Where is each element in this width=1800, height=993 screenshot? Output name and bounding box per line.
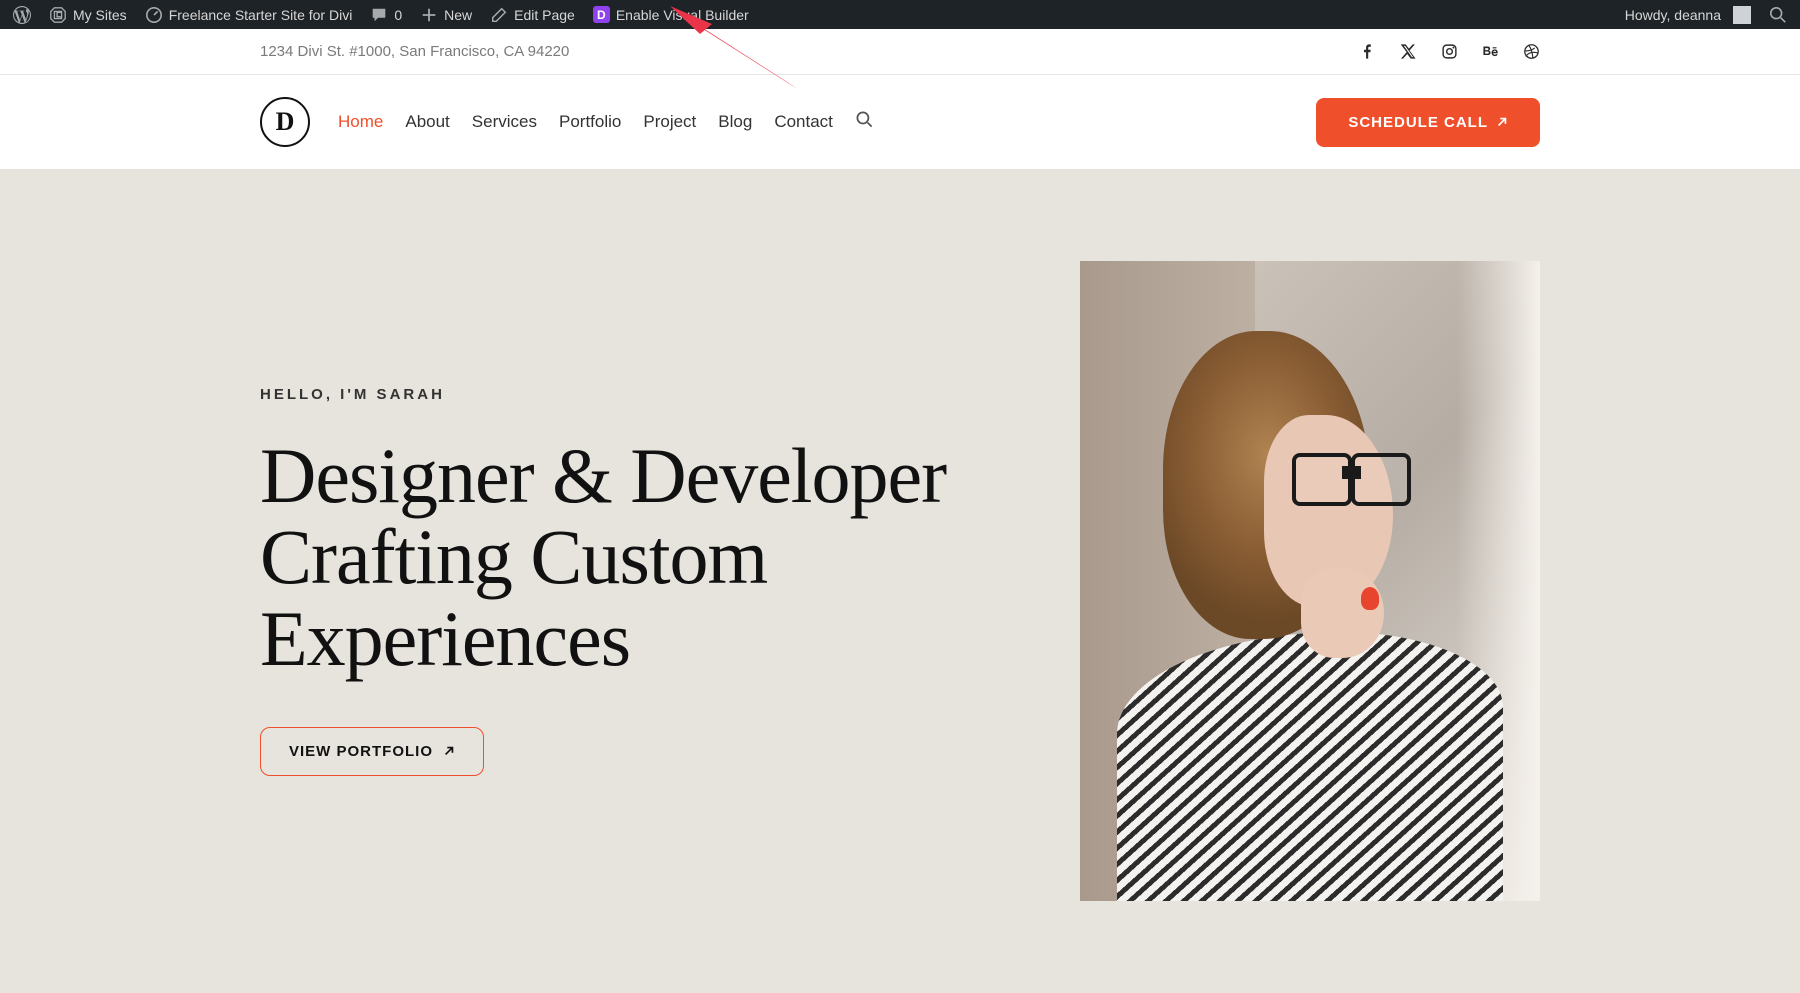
- nav-services[interactable]: Services: [472, 112, 537, 132]
- social-icons: [1359, 43, 1540, 60]
- x-twitter-icon[interactable]: [1400, 43, 1417, 60]
- nav-contact[interactable]: Contact: [774, 112, 833, 132]
- view-portfolio-label: VIEW PORTFOLIO: [289, 743, 433, 760]
- arrow-up-right-icon: [1496, 116, 1508, 128]
- view-portfolio-button[interactable]: VIEW PORTFOLIO: [260, 727, 484, 776]
- behance-icon[interactable]: [1482, 43, 1499, 60]
- howdy-label: Howdy, deanna: [1625, 7, 1721, 23]
- admin-search[interactable]: [1760, 0, 1796, 29]
- hero-text: HELLO, I'M SARAH Designer & Developer Cr…: [260, 386, 1020, 775]
- wp-admin-bar: My Sites Freelance Starter Site for Divi…: [0, 0, 1800, 29]
- site-name-link[interactable]: Freelance Starter Site for Divi: [136, 0, 362, 29]
- nav-project[interactable]: Project: [643, 112, 696, 132]
- schedule-call-button[interactable]: SCHEDULE CALL: [1316, 98, 1540, 147]
- wp-logo[interactable]: [4, 0, 40, 29]
- nav-portfolio[interactable]: Portfolio: [559, 112, 621, 132]
- schedule-call-label: SCHEDULE CALL: [1348, 114, 1488, 131]
- dashboard-icon: [145, 6, 163, 24]
- dribbble-icon[interactable]: [1523, 43, 1540, 60]
- facebook-icon[interactable]: [1359, 43, 1376, 60]
- main-header: D Home About Services Portfolio Project …: [0, 75, 1800, 169]
- nav-home[interactable]: Home: [338, 112, 383, 132]
- instagram-icon[interactable]: [1441, 43, 1458, 60]
- edit-page-label: Edit Page: [514, 7, 575, 23]
- nav-search[interactable]: [855, 110, 874, 134]
- hero-eyebrow: HELLO, I'M SARAH: [260, 386, 1020, 403]
- new-content-link[interactable]: New: [411, 0, 481, 29]
- site-name-label: Freelance Starter Site for Divi: [169, 7, 353, 23]
- comment-count: 0: [394, 7, 402, 23]
- my-sites-label: My Sites: [73, 7, 127, 23]
- hero-section: HELLO, I'M SARAH Designer & Developer Cr…: [0, 169, 1800, 993]
- edit-page-link[interactable]: Edit Page: [481, 0, 584, 29]
- hero-heading: Designer & Developer Crafting Custom Exp…: [260, 435, 1020, 678]
- divi-icon: D: [593, 6, 610, 23]
- nav-blog[interactable]: Blog: [718, 112, 752, 132]
- enable-visual-builder-link[interactable]: D Enable Visual Builder: [584, 0, 758, 29]
- network-icon: [49, 6, 67, 24]
- site-logo[interactable]: D: [260, 97, 310, 147]
- primary-nav: Home About Services Portfolio Project Bl…: [338, 110, 874, 134]
- top-info-bar: 1234 Divi St. #1000, San Francisco, CA 9…: [0, 29, 1800, 75]
- pencil-icon: [490, 6, 508, 24]
- arrow-up-right-icon: [443, 745, 455, 757]
- enable-visual-builder-label: Enable Visual Builder: [616, 7, 749, 23]
- address-text: 1234 Divi St. #1000, San Francisco, CA 9…: [260, 43, 569, 60]
- user-greeting[interactable]: Howdy, deanna: [1616, 0, 1760, 29]
- nav-about[interactable]: About: [405, 112, 449, 132]
- my-sites-link[interactable]: My Sites: [40, 0, 136, 29]
- comments-link[interactable]: 0: [361, 0, 411, 29]
- hero-image: [1080, 261, 1540, 901]
- new-label: New: [444, 7, 472, 23]
- comment-icon: [370, 6, 388, 24]
- avatar: [1733, 6, 1751, 24]
- wordpress-icon: [13, 6, 31, 24]
- search-icon: [1769, 6, 1787, 24]
- plus-icon: [420, 6, 438, 24]
